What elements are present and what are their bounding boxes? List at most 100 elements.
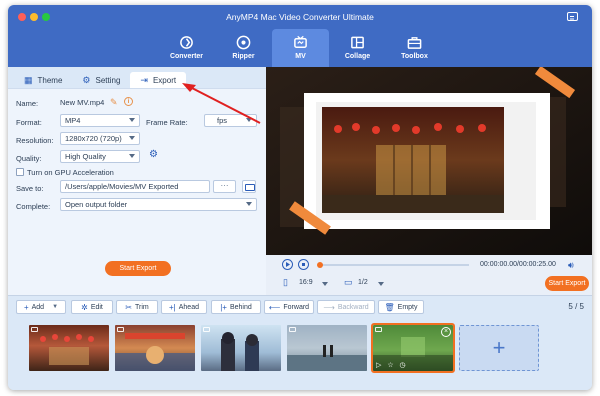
clip-controls-icon[interactable]: ▷ ☆ ◷: [376, 361, 408, 369]
open-folder-icon[interactable]: [242, 180, 256, 193]
behind-button[interactable]: |+ Behind: [211, 300, 261, 314]
clip-thumbnail[interactable]: [29, 325, 109, 371]
behind-label: Behind: [229, 303, 252, 311]
trash-icon: 🗑︎: [384, 302, 395, 312]
complete-select[interactable]: Open output folder: [60, 198, 257, 211]
progress-knob[interactable]: [317, 262, 323, 268]
insert-behind-icon: |+: [220, 302, 227, 312]
chevron-down-icon: [246, 202, 252, 206]
edit-button[interactable]: ✲ Edit: [71, 300, 113, 314]
volume-icon[interactable]: 🔊︎: [568, 260, 574, 271]
gpu-checkbox[interactable]: [16, 168, 24, 176]
page-indicator: 1/2: [358, 279, 368, 286]
aspect-ratio-icon: ▯: [283, 277, 288, 287]
mv-icon: [293, 34, 309, 50]
nav-toolbox[interactable]: Toolbox: [386, 29, 443, 67]
forward-button[interactable]: ⟵ Forward: [264, 300, 314, 314]
nav-converter-label: Converter: [169, 53, 204, 60]
nav-collage[interactable]: Collage: [329, 29, 386, 67]
forward-label: Forward: [283, 303, 310, 311]
empty-button[interactable]: 🗑︎ Empty: [378, 300, 424, 314]
tab-setting[interactable]: ⚙ Setting: [72, 72, 130, 88]
edit-label: Edit: [90, 303, 103, 311]
plus-icon: +: [492, 335, 506, 360]
gpu-label: Turn on GPU Acceleration: [27, 168, 114, 177]
complete-value: Open output folder: [65, 200, 128, 209]
video-preview: [266, 67, 592, 255]
converter-icon: [179, 34, 195, 50]
scissors-icon: ✂: [125, 302, 132, 312]
empty-label: Empty: [397, 303, 418, 311]
playback-progress[interactable]: [317, 262, 469, 268]
preview-frame: [266, 67, 592, 255]
ripper-icon: [236, 34, 252, 50]
chevron-down-icon[interactable]: ▼: [52, 304, 58, 310]
resolution-select[interactable]: 1280x720 (720p): [60, 132, 140, 145]
quality-select[interactable]: High Quality: [60, 150, 140, 163]
save-path-value: /Users/apple/Movies/MV Exported: [65, 182, 179, 191]
play-button[interactable]: [282, 259, 293, 270]
nav-collage-label: Collage: [344, 53, 371, 60]
format-label: Format:: [16, 118, 42, 127]
player-controls: 00:00:00.00/00:00:25.00 🔊︎ ▯ 16:9 ▭ 1/2 …: [266, 255, 592, 295]
title-bar: AnyMP4 Mac Video Converter Ultimate Conv…: [8, 5, 592, 67]
trim-button[interactable]: ✂ Trim: [116, 300, 158, 314]
tab-theme[interactable]: ▦ Theme: [14, 72, 72, 88]
backward-button[interactable]: ⟶ Backward: [317, 300, 375, 314]
clip-3-art: [221, 332, 259, 371]
chevron-down-icon[interactable]: [322, 282, 328, 286]
arrow-right-icon: ⟶: [323, 302, 335, 312]
clip-thumbnail-selected[interactable]: × ▷ ☆ ◷: [371, 323, 455, 373]
clip-timeline: × ▷ ☆ ◷ +: [8, 317, 592, 390]
quality-value: High Quality: [65, 152, 106, 161]
resolution-value: 1280x720 (720p): [65, 134, 122, 143]
nav-ripper[interactable]: Ripper: [215, 29, 272, 67]
feedback-icon[interactable]: [567, 12, 578, 21]
clip-2-art: [115, 333, 195, 371]
format-select[interactable]: MP4: [60, 114, 140, 127]
edit-icon: ✲: [81, 302, 88, 312]
edit-name-icon[interactable]: ✎: [110, 97, 118, 108]
aspect-ratio-value[interactable]: 16:9: [299, 279, 313, 286]
arrow-left-icon: ⟵: [268, 302, 281, 312]
ahead-button[interactable]: +| Ahead: [161, 300, 207, 314]
nav-converter[interactable]: Converter: [158, 29, 215, 67]
name-label: Name:: [16, 99, 39, 108]
main-nav: Converter Ripper MV Collage Toolbox: [158, 29, 443, 67]
chevron-down-icon[interactable]: [378, 282, 384, 286]
playback-time: 00:00:00.00/00:00:25.00: [480, 261, 556, 268]
tab-theme-label: Theme: [37, 75, 63, 85]
export-icon: ⇥: [140, 74, 148, 85]
quality-settings-icon[interactable]: ⚙: [149, 149, 158, 160]
clip-thumbnail[interactable]: [287, 325, 367, 371]
complete-label: Complete:: [16, 202, 51, 211]
insert-ahead-icon: +|: [169, 302, 176, 312]
clip-thumbnail[interactable]: [201, 325, 281, 371]
tab-export-label: Export: [152, 75, 177, 85]
stop-button[interactable]: [298, 259, 309, 270]
start-export-button[interactable]: Start Export: [105, 261, 171, 276]
add-button[interactable]: + Add ▼: [16, 300, 66, 314]
add-clip-button[interactable]: +: [459, 325, 539, 371]
settings-tabs: ▦ Theme ⚙ Setting ⇥ Export: [14, 72, 187, 88]
clip-thumbnail[interactable]: [115, 325, 195, 371]
start-export-button-right[interactable]: Start Export: [545, 276, 589, 291]
info-icon[interactable]: i: [124, 97, 133, 106]
format-value: MP4: [65, 116, 81, 125]
backward-label: Backward: [337, 303, 369, 311]
chevron-down-icon: [129, 118, 135, 122]
output-name: New MV.mp4: [60, 98, 105, 107]
add-label: Add: [31, 303, 45, 311]
nav-mv[interactable]: MV: [272, 29, 329, 67]
plus-icon: +: [23, 302, 29, 312]
gear-icon: ⚙: [82, 74, 91, 85]
annotation-arrow-icon: [182, 83, 261, 124]
browse-button[interactable]: ···: [213, 180, 236, 193]
grid-icon: ▦: [24, 74, 33, 85]
collage-icon: [350, 34, 366, 50]
clip-1-art: [40, 334, 94, 365]
save-path-field[interactable]: /Users/apple/Movies/MV Exported: [60, 180, 210, 193]
resolution-label: Resolution:: [16, 136, 54, 145]
monitor-icon: ▭: [344, 277, 353, 287]
trim-label: Trim: [134, 303, 149, 311]
